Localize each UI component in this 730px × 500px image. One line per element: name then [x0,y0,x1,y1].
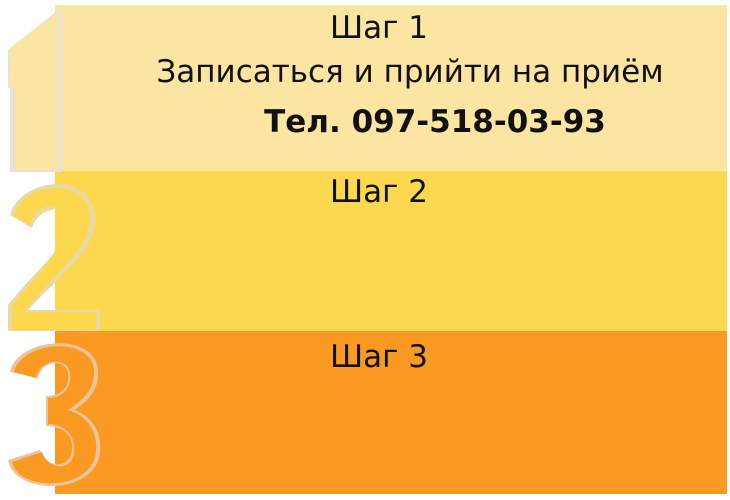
step-1-title: Шаг 1 [329,10,428,46]
step-1-description: Записаться и прийти на приём [156,54,664,90]
step-3-title: Шаг 3 [329,339,428,375]
digit-one-icon [8,10,62,172]
phone-number[interactable]: Тел. 097-518-03-93 [200,107,670,138]
step-2-title: Шаг 2 [329,174,428,210]
